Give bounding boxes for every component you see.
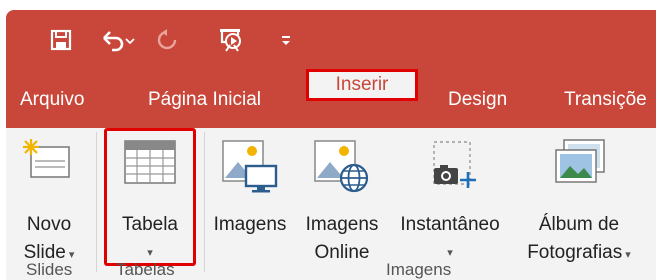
new-slide-icon	[23, 139, 70, 178]
group-label-slides: Slides	[26, 260, 73, 279]
powerpoint-window: Arquivo Página Inicial Design Transiçõe …	[6, 10, 656, 280]
customize-qat-icon[interactable]	[276, 25, 296, 55]
online-pictures-label-1: Imagens	[305, 214, 379, 235]
tab-arquivo[interactable]: Arquivo	[20, 84, 84, 116]
online-picture-icon	[314, 140, 369, 193]
photo-album-icon	[555, 139, 605, 183]
separator	[96, 132, 97, 272]
redo-icon[interactable]	[152, 25, 182, 55]
start-from-beginning-icon[interactable]	[214, 25, 248, 55]
separator	[204, 132, 205, 272]
new-slide-button[interactable]: Novo Slide ▾	[14, 134, 84, 264]
group-label-imagens: Imagens	[386, 260, 452, 279]
chevron-down-icon: ▾	[622, 249, 631, 261]
pictures-label: Imagens	[213, 214, 287, 235]
title-bar	[6, 10, 656, 72]
pictures-button[interactable]: Imagens	[208, 134, 292, 264]
undo-icon[interactable]	[98, 25, 138, 55]
group-label-tabelas: Tabelas	[116, 260, 175, 279]
tab-transicoes[interactable]: Transiçõe	[564, 84, 647, 116]
tab-design[interactable]: Design	[448, 84, 507, 116]
tab-pagina-inicial[interactable]: Página Inicial	[148, 84, 261, 116]
online-pictures-label-2: Online	[314, 242, 370, 263]
new-slide-label-1: Novo	[26, 214, 72, 235]
screenshot-label: Instantâneo	[400, 214, 500, 235]
photo-album-label-2: Fotografias	[527, 242, 623, 263]
picture-icon	[222, 140, 278, 193]
screenshot-button[interactable]: Instantâneo ▾	[392, 134, 508, 264]
photo-album-button[interactable]: Álbum de Fotografias ▾	[514, 134, 644, 264]
table-highlight-box	[104, 128, 196, 266]
ribbon-panel: Novo Slide ▾ Tabela ▾ Imagens Imagens On…	[6, 128, 656, 280]
screenshot-icon	[433, 141, 476, 188]
save-icon[interactable]	[46, 25, 76, 55]
tab-inserir[interactable]: Inserir	[306, 69, 418, 101]
online-pictures-button[interactable]: Imagens Online	[298, 134, 386, 264]
photo-album-label-1: Álbum de	[538, 214, 620, 235]
